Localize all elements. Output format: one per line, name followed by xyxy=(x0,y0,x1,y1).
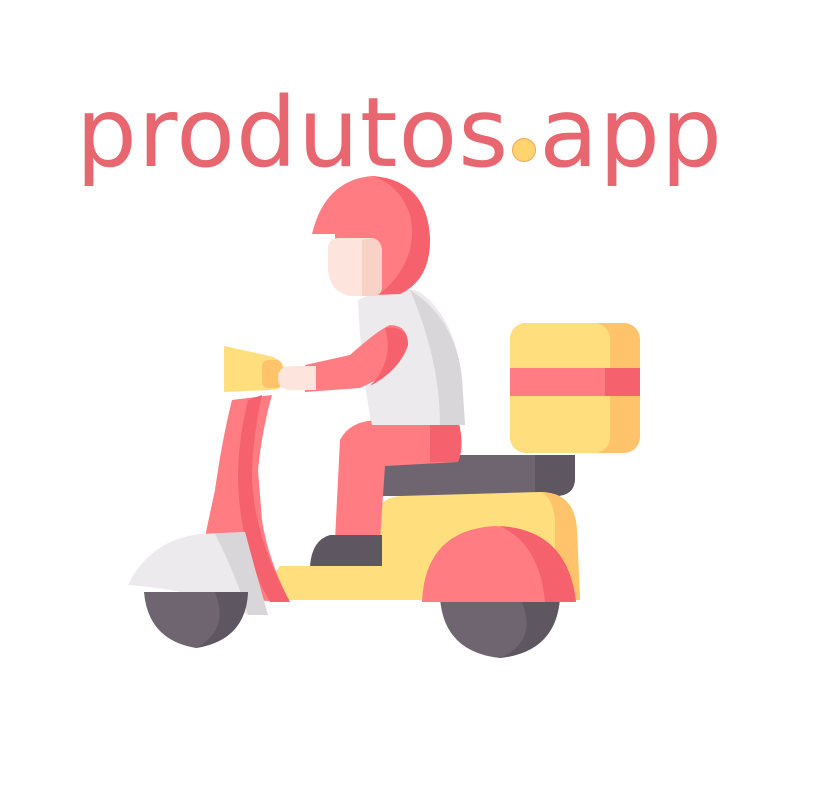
rider-hand-icon xyxy=(278,366,316,390)
delivery-box-icon xyxy=(510,323,640,453)
rear-wheel-icon xyxy=(440,598,560,658)
front-wheel-icon xyxy=(144,592,248,648)
handlebar-icon xyxy=(224,346,285,392)
delivery-scooter-icon xyxy=(128,176,640,658)
rider-shoe-icon xyxy=(310,535,382,566)
rider-face-icon xyxy=(328,238,382,296)
